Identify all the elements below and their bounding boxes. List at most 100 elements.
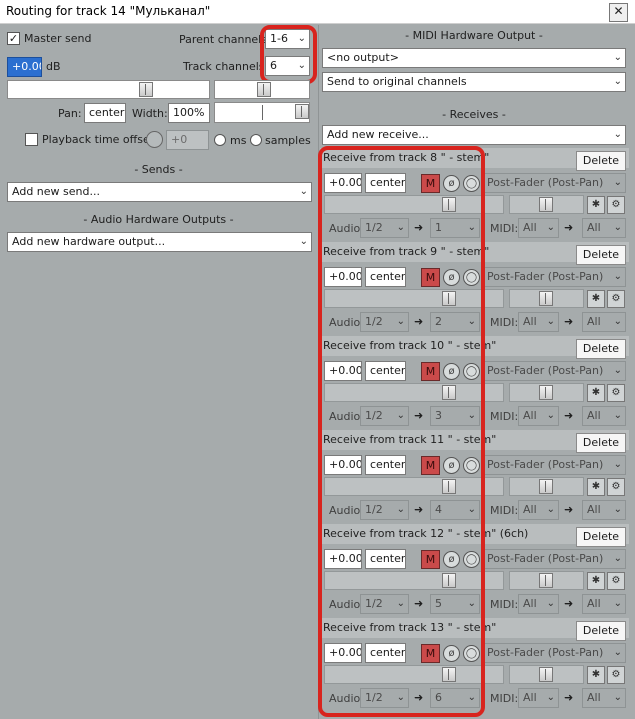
midi-dest-select[interactable]: All ⌄ bbox=[582, 406, 626, 426]
io-icon[interactable]: ⚙ bbox=[607, 384, 625, 402]
pan-slider-thumb[interactable] bbox=[257, 82, 271, 97]
receive-mode-select[interactable]: Post-Fader (Post-Pan) ⌄ bbox=[482, 361, 626, 381]
add-receive-select[interactable]: Add new receive... ⌄ bbox=[322, 125, 626, 145]
left-panel bbox=[0, 25, 318, 719]
volume-slider[interactable] bbox=[7, 80, 210, 99]
midi-dest-value: All bbox=[587, 315, 601, 328]
receive-mode-select[interactable]: Post-Fader (Post-Pan) ⌄ bbox=[482, 267, 626, 287]
receive-pan-slider[interactable] bbox=[509, 477, 584, 496]
delete-receive-button[interactable]: Delete bbox=[576, 433, 626, 453]
receive-pan-slider[interactable] bbox=[509, 289, 584, 308]
chevron-down-icon: ⌄ bbox=[613, 222, 622, 233]
midi-source-select[interactable]: All ⌄ bbox=[518, 500, 559, 520]
midi-source-value: All bbox=[523, 221, 537, 234]
playback-offset-checkbox[interactable] bbox=[25, 133, 38, 146]
chevron-down-icon: ⌄ bbox=[613, 177, 622, 188]
midi-output-select[interactable]: <no output> ⌄ bbox=[322, 48, 626, 68]
io-icon[interactable]: ⚙ bbox=[607, 290, 625, 308]
width-slider-thumb[interactable] bbox=[295, 104, 309, 119]
close-icon[interactable]: ✕ bbox=[609, 3, 628, 22]
pan-slider[interactable] bbox=[214, 80, 310, 99]
receive-mode-value: Post-Fader (Post-Pan) bbox=[487, 176, 604, 189]
midi-label: MIDI: bbox=[490, 222, 519, 235]
arrow-icon: ➜ bbox=[564, 503, 574, 516]
volume-slider-thumb[interactable] bbox=[139, 82, 153, 97]
midi-source-value: All bbox=[523, 409, 537, 422]
chevron-down-icon: ⌄ bbox=[613, 647, 622, 658]
io-icon[interactable]: ⚙ bbox=[607, 196, 625, 214]
offset-knob[interactable] bbox=[146, 131, 163, 148]
delete-receive-button[interactable]: Delete bbox=[576, 151, 626, 171]
midi-dest-select[interactable]: All ⌄ bbox=[582, 218, 626, 238]
add-send-select[interactable]: Add new send... ⌄ bbox=[7, 182, 312, 202]
delete-receive-button[interactable]: Delete bbox=[576, 527, 626, 547]
window-title: Routing for track 14 "Мульканал" bbox=[6, 4, 211, 18]
receive-pan-thumb[interactable] bbox=[539, 479, 553, 494]
offset-input[interactable]: +0 bbox=[166, 130, 209, 150]
midi-source-select[interactable]: All ⌄ bbox=[518, 312, 559, 332]
chevron-down-icon: ⌄ bbox=[299, 236, 308, 247]
io-icon[interactable]: ⚙ bbox=[607, 478, 625, 496]
delete-receive-button[interactable]: Delete bbox=[576, 339, 626, 359]
receive-pan-thumb[interactable] bbox=[539, 197, 553, 212]
delete-receive-button[interactable]: Delete bbox=[576, 245, 626, 265]
midi-source-value: All bbox=[523, 503, 537, 516]
add-receive-label: Add new receive... bbox=[327, 128, 429, 141]
add-hw-output-label: Add new hardware output... bbox=[12, 235, 166, 248]
chevron-down-icon: ⌄ bbox=[613, 459, 622, 470]
delete-receive-button[interactable]: Delete bbox=[576, 621, 626, 641]
width-input[interactable]: 100% bbox=[168, 103, 210, 123]
volume-input[interactable]: +0.00 bbox=[7, 57, 42, 77]
unit-samples-radio[interactable] bbox=[250, 134, 262, 146]
arrow-icon: ➜ bbox=[564, 597, 574, 610]
receive-pan-thumb[interactable] bbox=[539, 291, 553, 306]
title-bar: Routing for track 14 "Мульканал" ✕ bbox=[0, 0, 635, 24]
receive-mode-select[interactable]: Post-Fader (Post-Pan) ⌄ bbox=[482, 549, 626, 569]
chevron-down-icon: ⌄ bbox=[613, 129, 622, 140]
playback-offset-label: Playback time offset: bbox=[42, 133, 158, 146]
envelope-icon[interactable]: ✱ bbox=[587, 666, 605, 684]
midi-mode-select[interactable]: Send to original channels ⌄ bbox=[322, 72, 626, 92]
master-send-checkbox[interactable]: ✓ bbox=[7, 32, 20, 45]
track-channels-label: Track channels: bbox=[183, 60, 269, 73]
envelope-icon[interactable]: ✱ bbox=[587, 196, 605, 214]
add-hw-output-select[interactable]: Add new hardware output... ⌄ bbox=[7, 232, 312, 252]
unit-ms-radio[interactable] bbox=[214, 134, 226, 146]
midi-output-value: <no output> bbox=[327, 51, 399, 64]
chevron-down-icon: ⌄ bbox=[613, 692, 622, 703]
midi-source-select[interactable]: All ⌄ bbox=[518, 688, 559, 708]
envelope-icon[interactable]: ✱ bbox=[587, 290, 605, 308]
receive-mode-value: Post-Fader (Post-Pan) bbox=[487, 364, 604, 377]
receive-pan-thumb[interactable] bbox=[539, 385, 553, 400]
receive-mode-select[interactable]: Post-Fader (Post-Pan) ⌄ bbox=[482, 455, 626, 475]
receive-pan-slider[interactable] bbox=[509, 665, 584, 684]
receive-mode-select[interactable]: Post-Fader (Post-Pan) ⌄ bbox=[482, 643, 626, 663]
midi-source-select[interactable]: All ⌄ bbox=[518, 594, 559, 614]
midi-dest-select[interactable]: All ⌄ bbox=[582, 312, 626, 332]
envelope-icon[interactable]: ✱ bbox=[587, 572, 605, 590]
width-slider[interactable] bbox=[214, 102, 310, 123]
receive-pan-slider[interactable] bbox=[509, 383, 584, 402]
io-icon[interactable]: ⚙ bbox=[607, 572, 625, 590]
receive-mode-select[interactable]: Post-Fader (Post-Pan) ⌄ bbox=[482, 173, 626, 193]
midi-dest-select[interactable]: All ⌄ bbox=[582, 500, 626, 520]
receive-pan-thumb[interactable] bbox=[539, 667, 553, 682]
midi-source-select[interactable]: All ⌄ bbox=[518, 218, 559, 238]
arrow-icon: ➜ bbox=[564, 691, 574, 704]
pan-input[interactable]: center bbox=[84, 103, 126, 123]
midi-source-select[interactable]: All ⌄ bbox=[518, 406, 559, 426]
receives-highlight bbox=[318, 146, 485, 717]
receive-pan-slider[interactable] bbox=[509, 195, 584, 214]
receive-pan-thumb[interactable] bbox=[539, 573, 553, 588]
envelope-icon[interactable]: ✱ bbox=[587, 478, 605, 496]
parent-channels-label: Parent channels: bbox=[179, 33, 271, 46]
midi-dest-select[interactable]: All ⌄ bbox=[582, 688, 626, 708]
chevron-down-icon: ⌄ bbox=[546, 222, 555, 233]
io-icon[interactable]: ⚙ bbox=[607, 666, 625, 684]
envelope-icon[interactable]: ✱ bbox=[587, 384, 605, 402]
receive-pan-slider[interactable] bbox=[509, 571, 584, 590]
midi-dest-select[interactable]: All ⌄ bbox=[582, 594, 626, 614]
midi-dest-value: All bbox=[587, 221, 601, 234]
midi-label: MIDI: bbox=[490, 316, 519, 329]
audio-hw-heading: - Audio Hardware Outputs - bbox=[83, 213, 234, 226]
